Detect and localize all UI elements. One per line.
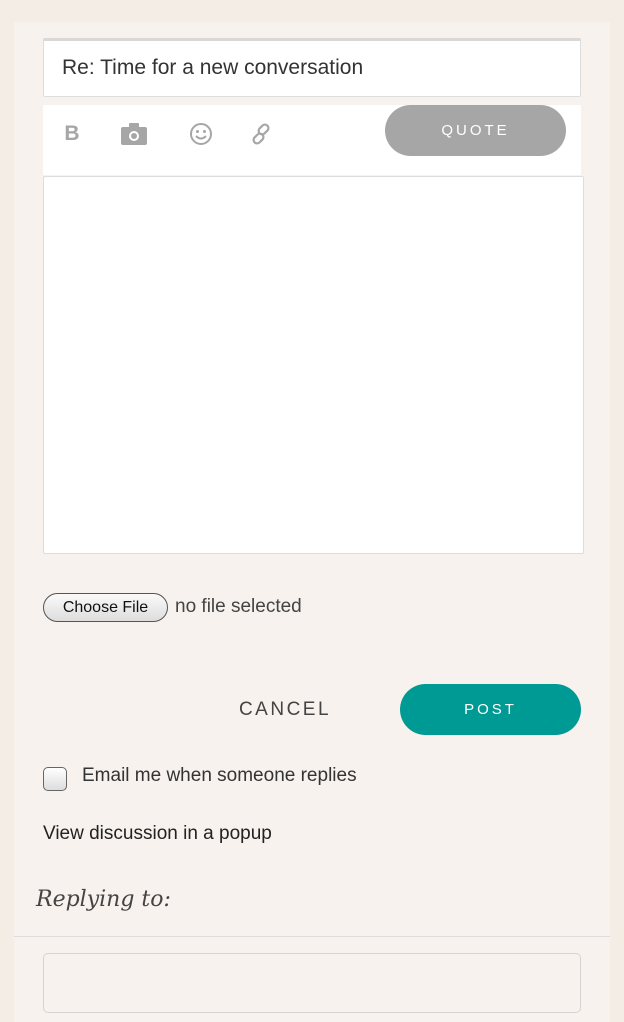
subject-input[interactable]: Re: Time for a new conversation: [43, 38, 581, 97]
editor-toolbar: B QUOTE: [43, 105, 581, 175]
bold-icon[interactable]: B: [57, 119, 87, 149]
emoji-icon[interactable]: [186, 119, 216, 149]
bold-glyph: B: [64, 122, 80, 145]
replying-to-heading: Replying to:: [36, 887, 171, 912]
view-popup-link[interactable]: View discussion in a popup: [43, 823, 272, 845]
replied-message-box: [43, 953, 581, 1013]
email-notify-label[interactable]: Email me when someone replies: [82, 765, 357, 787]
quote-button[interactable]: QUOTE: [385, 105, 566, 156]
email-notify-checkbox[interactable]: [43, 767, 67, 791]
cancel-button[interactable]: CANCEL: [210, 684, 360, 735]
divider: [14, 936, 610, 937]
message-editor[interactable]: [43, 176, 584, 554]
camera-icon[interactable]: [119, 119, 149, 149]
link-icon[interactable]: [246, 119, 276, 149]
file-status: no file selected: [175, 596, 302, 617]
post-button[interactable]: POST: [400, 684, 581, 735]
choose-file-button[interactable]: Choose File: [43, 593, 168, 622]
